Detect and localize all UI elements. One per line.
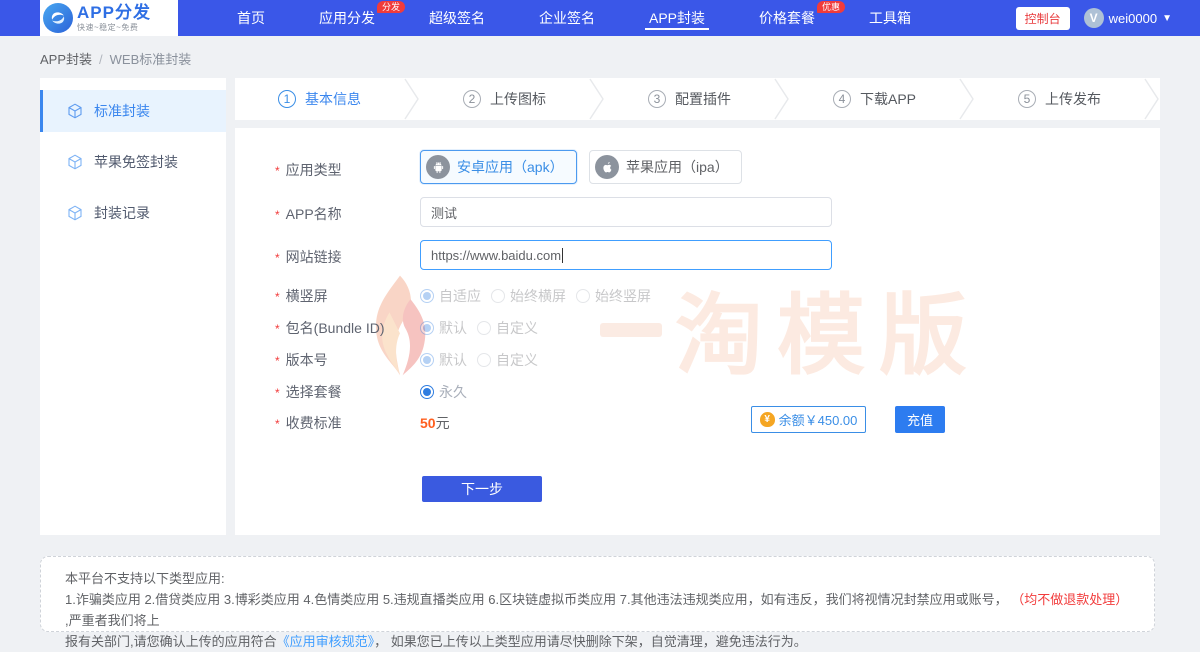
step-configure-plugins: 3 配置插件 (605, 89, 774, 109)
orientation-radio-group: 自适应 始终横屏 始终竖屏 (420, 286, 661, 306)
username[interactable]: wei0000 (1109, 11, 1157, 26)
radio-custom[interactable]: 自定义 (477, 350, 538, 370)
policy-line-2: 1.诈骗类应用 2.借贷类应用 3.博彩类应用 4.色情类应用 5.违规直播类应… (65, 589, 1130, 631)
distribution-badge: 分发 (377, 1, 405, 13)
bundle-id-radio-group: 默认 自定义 (420, 318, 548, 338)
breadcrumb-current: WEB标准封装 (110, 52, 192, 67)
review-spec-link[interactable]: 《应用审核规范》 (277, 634, 375, 649)
radio-adaptive[interactable]: 自适应 (420, 286, 481, 306)
chevron-separator-icon (589, 78, 605, 120)
top-navbar: APP分发 快速~稳定~免费 首页 应用分发 分发 超级签名 企业签名 APP封… (0, 0, 1200, 36)
sidebar-item-label: 苹果免签封装 (94, 152, 178, 172)
sidebar-item-standard-packaging[interactable]: 标准封装 (40, 90, 226, 132)
nav-item-pricing[interactable]: 价格套餐 优惠 (759, 0, 815, 36)
wizard-stepper: 1 基本信息 2 上传图标 3 配置插件 4 下载APP 5 上传发布 (235, 78, 1160, 120)
app-packaging-page: APP分发 快速~稳定~免费 首页 应用分发 分发 超级签名 企业签名 APP封… (0, 0, 1200, 648)
text-cursor (562, 248, 563, 263)
next-step-button[interactable]: 下一步 (422, 476, 542, 502)
sidebar: 标准封装 苹果免签封装 封装记录 (40, 78, 226, 535)
package-icon (67, 154, 83, 170)
version-radio-group: 默认 自定义 (420, 350, 548, 370)
radio-landscape[interactable]: 始终横屏 (491, 286, 566, 306)
radio-portrait[interactable]: 始终竖屏 (576, 286, 651, 306)
package-icon (67, 103, 83, 119)
sidebar-item-packaging-records[interactable]: 封装记录 (40, 192, 226, 234)
price-unit: 元 (436, 415, 450, 431)
logo-subtitle: 快速~稳定~免费 (77, 24, 151, 32)
radio-default[interactable]: 默认 (420, 350, 467, 370)
basic-info-form: 淘模版 *应用类型 安卓应用（apk） 苹果应用（ipa） (235, 128, 1160, 535)
site-url-input[interactable]: https://www.baidu.com (420, 240, 832, 270)
plan-label: 选择套餐 (286, 384, 342, 400)
sidebar-item-apple-nosign-packaging[interactable]: 苹果免签封装 (40, 141, 226, 183)
package-icon (67, 205, 83, 221)
policy-line-3: 报有关部门,请您确认上传的应用符合《应用审核规范》， 如果您已上传以上类型应用请… (65, 631, 1130, 652)
recharge-button[interactable]: 充值 (895, 406, 945, 433)
breadcrumb-parent[interactable]: APP封装 (40, 52, 92, 67)
main-menu: 首页 应用分发 分发 超级签名 企业签名 APP封装 价格套餐 优惠 工具箱 (210, 0, 938, 36)
chevron-separator-icon (404, 78, 420, 120)
android-icon (426, 155, 450, 179)
no-refund-warning: （均不做退款处理） (1011, 592, 1128, 607)
site-url-label: 网站链接 (286, 249, 342, 265)
chevron-down-icon[interactable]: ▼ (1162, 13, 1172, 24)
app-name-input[interactable]: 测试 (420, 197, 832, 227)
plan-radio-group: 永久 (420, 382, 477, 402)
policy-line-1: 本平台不支持以下类型应用: (65, 568, 1130, 589)
console-button[interactable]: 控制台 (1016, 7, 1070, 30)
chevron-separator-icon (1144, 78, 1160, 120)
price-amount: 50 (420, 415, 436, 431)
avatar[interactable]: V (1084, 8, 1104, 28)
price-label: 收费标准 (286, 415, 342, 431)
nav-item-toolbox[interactable]: 工具箱 (869, 0, 911, 36)
chevron-separator-icon (959, 78, 975, 120)
android-type-label: 安卓应用（apk） (457, 157, 564, 177)
logo[interactable]: APP分发 快速~稳定~免费 (40, 0, 178, 36)
policy-notice: 本平台不支持以下类型应用: 1.诈骗类应用 2.借贷类应用 3.博彩类应用 4.… (40, 556, 1155, 632)
version-label: 版本号 (286, 352, 328, 368)
discount-badge: 优惠 (817, 1, 845, 13)
ios-type-button[interactable]: 苹果应用（ipa） (589, 150, 742, 184)
logo-icon (43, 3, 73, 33)
money-bag-icon: ¥ (760, 412, 775, 427)
sidebar-item-label: 标准封装 (94, 101, 150, 121)
watermark-text: 淘模版 (675, 265, 981, 392)
sidebar-item-label: 封装记录 (94, 203, 150, 223)
step-download-app: 4 下载APP (790, 89, 959, 109)
logo-title: APP分发 (77, 4, 151, 21)
bundle-id-label: 包名(Bundle ID) (286, 320, 385, 336)
android-type-button[interactable]: 安卓应用（apk） (420, 150, 577, 184)
nav-item-home[interactable]: 首页 (237, 0, 265, 36)
orientation-label: 横竖屏 (286, 288, 328, 304)
radio-default[interactable]: 默认 (420, 318, 467, 338)
balance-button[interactable]: ¥ 余额￥450.00 (751, 406, 866, 433)
nav-item-enterprise-sign[interactable]: 企业签名 (539, 0, 595, 36)
ios-type-label: 苹果应用（ipa） (626, 157, 729, 177)
nav-item-app-packaging[interactable]: APP封装 (649, 0, 705, 36)
radio-custom[interactable]: 自定义 (477, 318, 538, 338)
breadcrumb: APP封装/WEB标准封装 (40, 49, 191, 68)
step-upload-publish: 5 上传发布 (975, 89, 1144, 109)
nav-item-super-sign[interactable]: 超级签名 (429, 0, 485, 36)
chevron-separator-icon (774, 78, 790, 120)
step-basic-info: 1 基本信息 (235, 89, 404, 109)
app-type-label: 应用类型 (286, 162, 342, 178)
apple-icon (595, 155, 619, 179)
nav-item-app-distribution[interactable]: 应用分发 分发 (319, 0, 375, 36)
app-name-label: APP名称 (286, 206, 342, 222)
radio-permanent[interactable]: 永久 (420, 382, 467, 402)
step-upload-icon: 2 上传图标 (420, 89, 589, 109)
